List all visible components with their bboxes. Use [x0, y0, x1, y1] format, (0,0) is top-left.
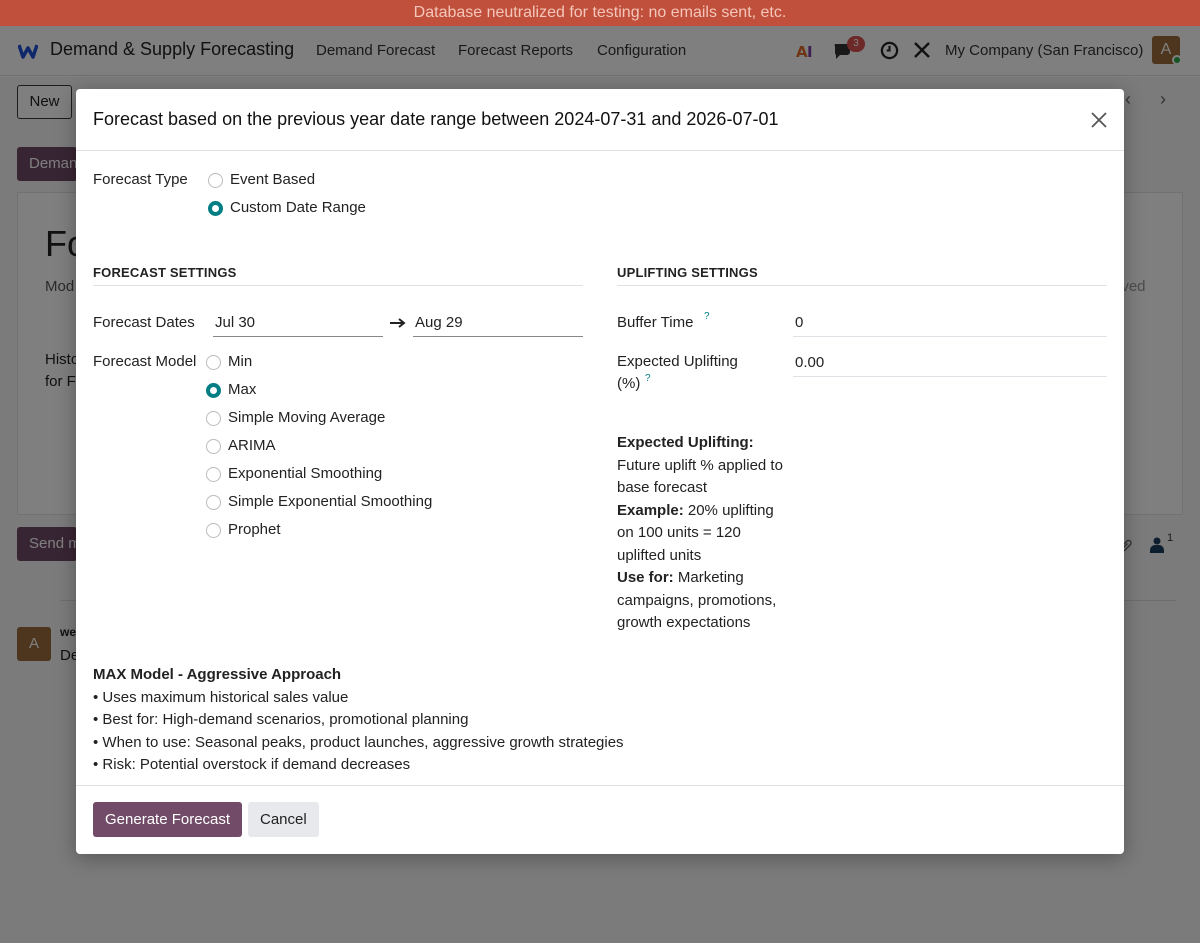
forecast-dialog: Forecast based on the previous year date… — [76, 89, 1124, 854]
radio-label-model-simple-exp-smoothing[interactable]: Simple Exponential Smoothing — [228, 493, 432, 510]
close-icon[interactable] — [1088, 109, 1110, 131]
radio-label-model-arima[interactable]: ARIMA — [228, 437, 276, 454]
info-heading: Expected Uplifting: — [617, 434, 754, 451]
info-line1: Future uplift % applied to base forecast — [617, 456, 783, 497]
forecast-date-end-input[interactable]: Aug 29 — [413, 311, 583, 337]
arrow-right-icon — [390, 318, 406, 328]
radio-label-model-max[interactable]: Max — [228, 381, 256, 398]
radio-custom-date-range[interactable] — [208, 201, 223, 216]
radio-model-arima[interactable] — [206, 439, 221, 454]
radio-label-model-min[interactable]: Min — [228, 353, 252, 370]
expected-uplifting-input[interactable]: 0.00 — [793, 351, 1107, 377]
radio-label-model-sma[interactable]: Simple Moving Average — [228, 409, 385, 426]
model-description-bullet: • When to use: Seasonal peaks, product l… — [93, 733, 624, 751]
generate-forecast-button[interactable]: Generate Forecast — [93, 802, 243, 837]
uplifting-info-block: Expected Uplifting: Future uplift % appl… — [617, 432, 792, 635]
expected-uplifting-help-icon[interactable]: ? — [645, 373, 651, 384]
radio-model-max[interactable] — [206, 383, 221, 398]
radio-model-prophet[interactable] — [206, 523, 221, 538]
model-description-title: MAX Model - Aggressive Approach — [93, 666, 342, 683]
forecast-settings-title: FORECAST SETTINGS — [93, 265, 237, 280]
expected-uplifting-label: Expected Uplifting — [617, 353, 738, 370]
neutralized-banner: Database neutralized for testing: no ema… — [0, 0, 1200, 26]
model-description-bullet: • Best for: High-demand scenarios, promo… — [93, 711, 469, 729]
radio-label-event-based[interactable]: Event Based — [230, 171, 315, 188]
model-description-bullet: • Uses maximum historical sales value — [93, 688, 349, 706]
radio-model-sma[interactable] — [206, 411, 221, 426]
forecast-type-label: Forecast Type — [93, 171, 188, 188]
forecast-date-start-input[interactable]: Jul 30 — [213, 311, 383, 337]
buffer-time-help-icon[interactable]: ? — [704, 311, 710, 322]
expected-uplifting-label-percent: (%) — [617, 375, 641, 392]
radio-event-based[interactable] — [208, 173, 223, 188]
radio-label-custom-date-range[interactable]: Custom Date Range — [230, 199, 366, 216]
forecast-dates-label: Forecast Dates — [93, 314, 195, 331]
dialog-header: Forecast based on the previous year date… — [76, 89, 1124, 151]
uplifting-settings-title: UPLIFTING SETTINGS — [617, 265, 758, 280]
info-use-label: Use for: — [617, 569, 674, 586]
model-description: MAX Model - Aggressive Approach • Uses m… — [93, 664, 624, 777]
radio-label-model-prophet[interactable]: Prophet — [228, 521, 281, 538]
radio-model-simple-exp-smoothing[interactable] — [206, 495, 221, 510]
radio-label-model-exp-smoothing[interactable]: Exponential Smoothing — [228, 465, 382, 482]
forecast-settings-rule — [93, 285, 583, 286]
uplifting-settings-rule — [617, 285, 1107, 286]
model-description-bullet: • Risk: Potential overstock if demand de… — [93, 756, 411, 774]
buffer-time-label: Buffer Time — [617, 314, 694, 331]
forecast-model-label: Forecast Model — [93, 353, 197, 370]
dialog-footer: Generate Forecast Cancel — [76, 785, 1124, 854]
cancel-button[interactable]: Cancel — [248, 802, 319, 837]
buffer-time-input[interactable]: 0 — [793, 311, 1107, 337]
radio-model-min[interactable] — [206, 355, 221, 370]
info-example-label: Example: — [617, 501, 684, 519]
dialog-title: Forecast based on the previous year date… — [93, 109, 779, 129]
radio-model-exp-smoothing[interactable] — [206, 467, 221, 482]
